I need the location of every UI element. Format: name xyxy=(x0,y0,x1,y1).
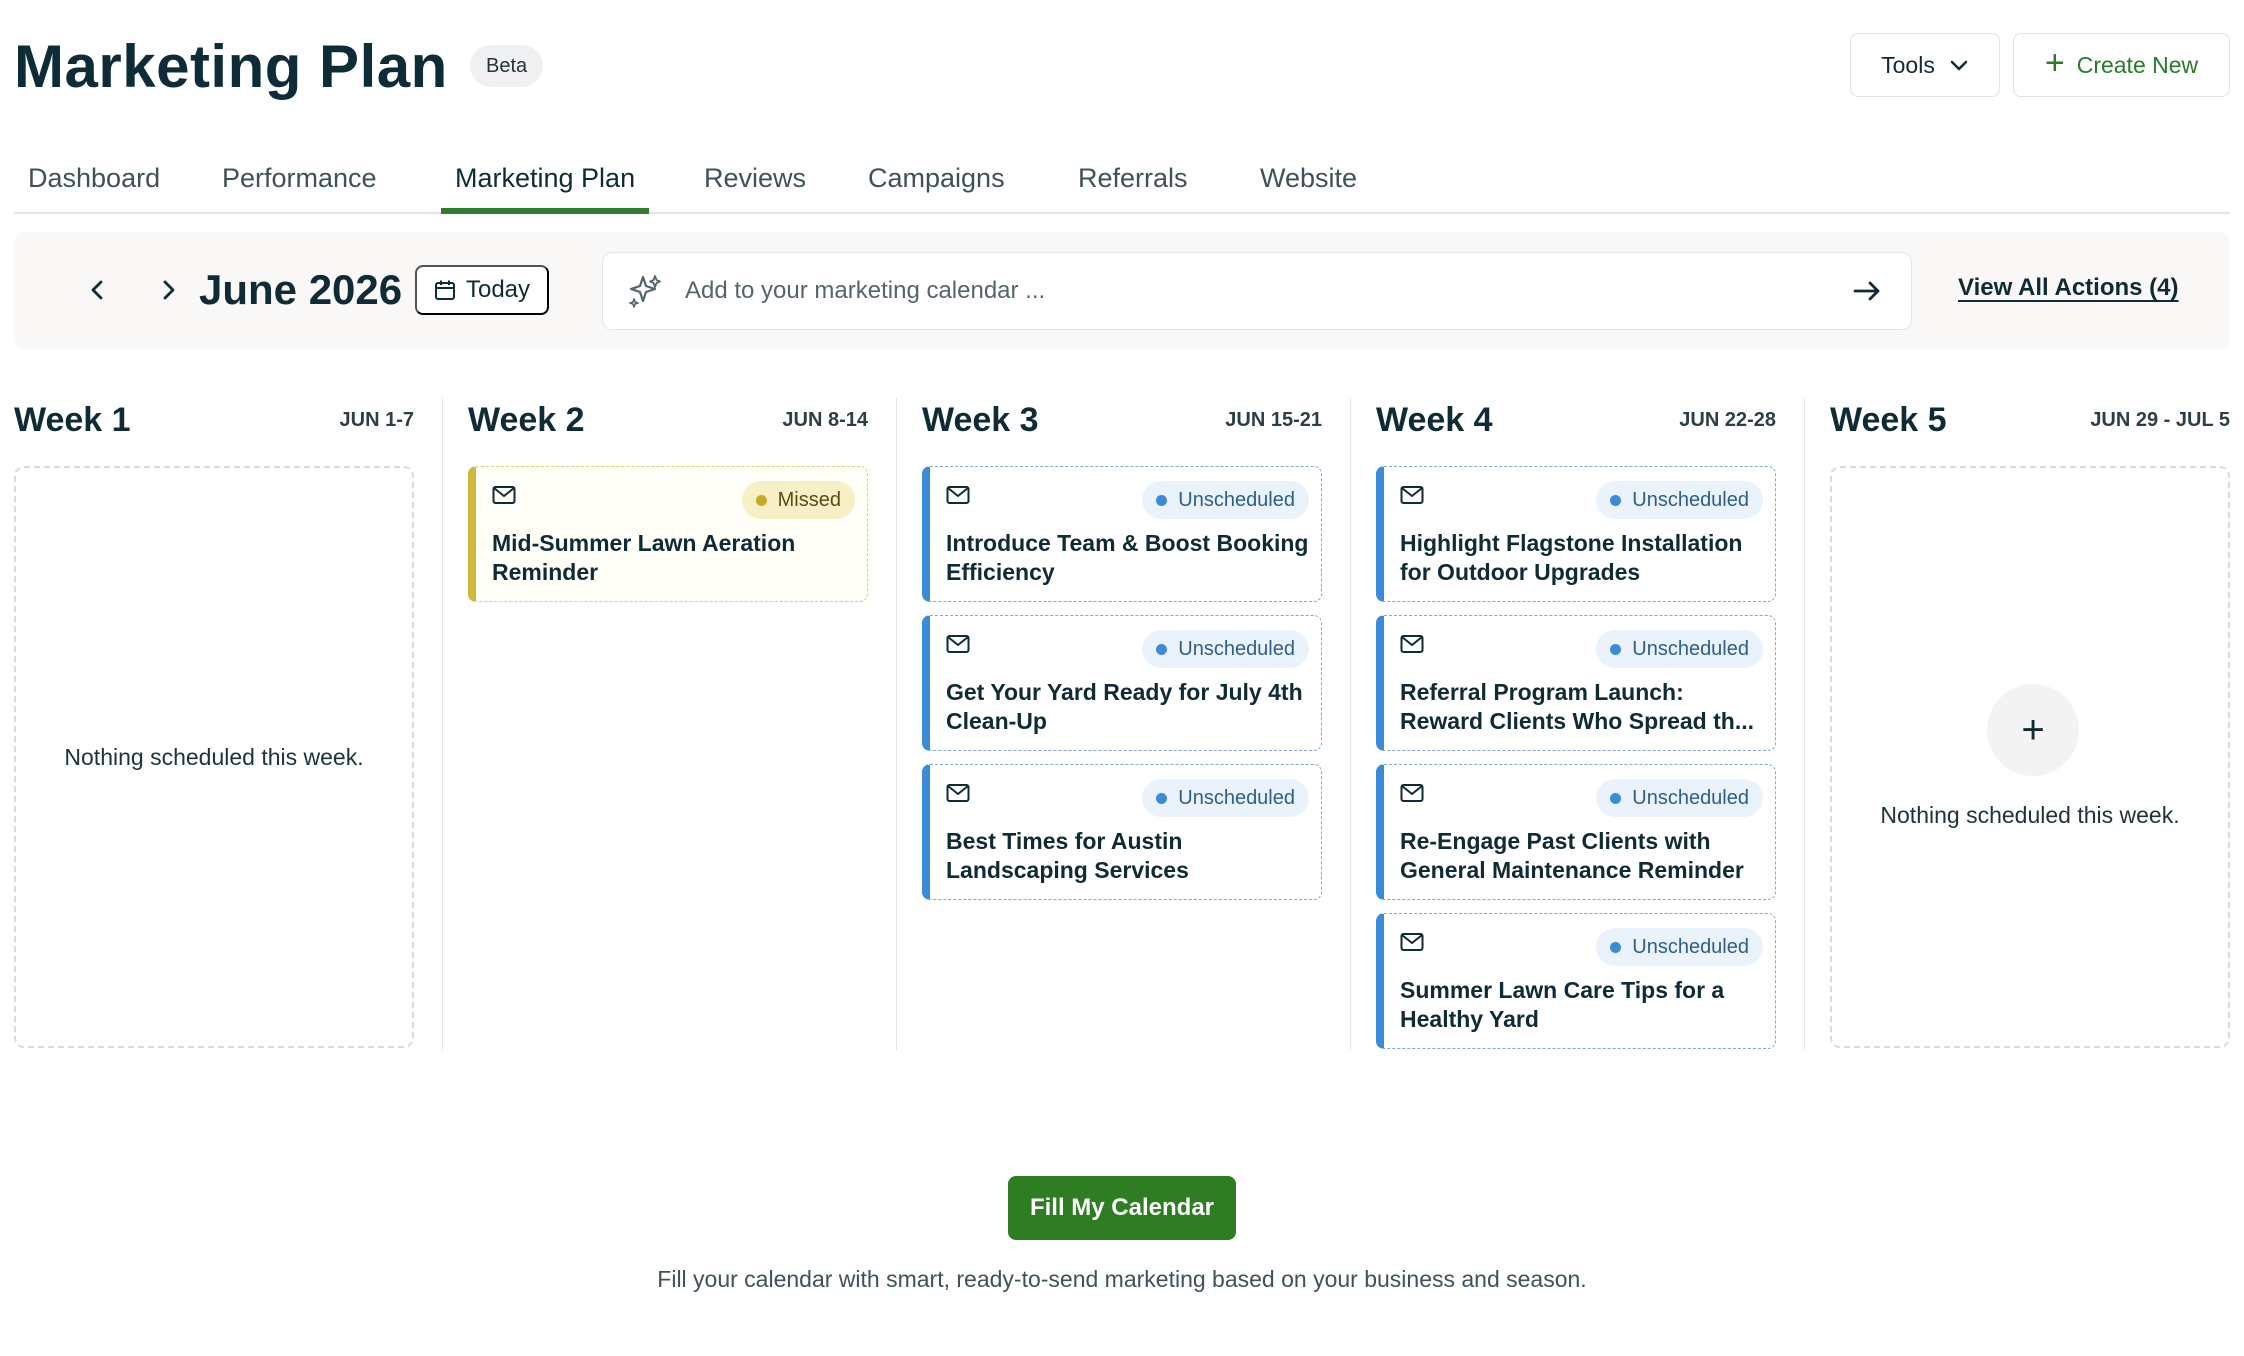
sparkle-icon xyxy=(629,275,661,308)
chevron-left-icon xyxy=(91,280,103,300)
card-title: Best Times for Austin Landscaping Servic… xyxy=(946,828,1189,883)
main-tabs: Dashboard Performance Marketing Plan Rev… xyxy=(14,150,2230,214)
week-range: JUN 22-28 xyxy=(1679,409,1776,431)
chevron-down-icon xyxy=(1950,60,1968,71)
campaign-card[interactable]: Unscheduled Highlight Flagstone Installa… xyxy=(1376,466,1776,602)
week-range: JUN 8-14 xyxy=(782,409,868,431)
card-title: Get Your Yard Ready for July 4th Clean-U… xyxy=(946,679,1303,734)
tab-reviews[interactable]: Reviews xyxy=(690,150,820,212)
status-badge: Unscheduled xyxy=(1596,928,1763,966)
week-column-1: Week 1 JUN 1-7 Nothing scheduled this we… xyxy=(14,398,414,1050)
add-campaign-button[interactable]: + xyxy=(1987,684,2079,776)
status-badge: Unscheduled xyxy=(1142,779,1309,817)
page-header: Marketing Plan Beta Tools + Create New xyxy=(14,30,2230,110)
card-title: Introduce Team & Boost Booking Efficienc… xyxy=(946,530,1309,585)
week-title: Week 2 xyxy=(468,401,585,439)
ai-calendar-input-box xyxy=(602,252,1912,330)
empty-week-box[interactable]: + Nothing scheduled this week. xyxy=(1830,466,2230,1048)
tab-referrals[interactable]: Referrals xyxy=(1064,150,1202,212)
week-title: Week 5 xyxy=(1830,401,1947,439)
week-column-4: Week 4 JUN 22-28 Unscheduled Highlight F… xyxy=(1376,398,1776,1050)
week-range: JUN 15-21 xyxy=(1225,409,1322,431)
page-title: Marketing Plan xyxy=(14,33,448,100)
campaign-card[interactable]: Unscheduled Get Your Yard Ready for July… xyxy=(922,615,1322,751)
calendar-toolbar: June 2026 Today View All Actions (4) xyxy=(14,232,2230,350)
create-new-label: Create New xyxy=(2076,51,2199,78)
week-column-2: Week 2 JUN 8-14 Missed Mid-Summer Lawn A… xyxy=(468,398,868,1050)
mail-icon xyxy=(1400,635,1424,653)
status-badge: Unscheduled xyxy=(1596,630,1763,668)
prev-month-button[interactable] xyxy=(70,262,126,318)
empty-week-box: Nothing scheduled this week. xyxy=(14,466,414,1048)
tab-performance[interactable]: Performance xyxy=(208,150,391,212)
campaign-card[interactable]: Missed Mid-Summer Lawn Aeration Reminder xyxy=(468,466,868,602)
status-badge: Unscheduled xyxy=(1142,630,1309,668)
card-title: Summer Lawn Care Tips for a Healthy Yard xyxy=(1400,977,1725,1032)
plus-icon: + xyxy=(2021,707,2045,752)
mail-icon xyxy=(1400,486,1424,504)
week-divider xyxy=(1350,398,1351,1050)
next-month-button[interactable] xyxy=(140,262,196,318)
plus-icon: + xyxy=(2044,44,2065,82)
arrow-right-icon[interactable] xyxy=(1849,273,1885,309)
tools-label: Tools xyxy=(1881,51,1935,78)
chevron-right-icon xyxy=(163,280,175,300)
card-title: Re-Engage Past Clients with General Main… xyxy=(1400,828,1744,883)
week-divider xyxy=(1804,398,1805,1050)
status-badge: Unscheduled xyxy=(1596,779,1763,817)
fill-calendar-description: Fill your calendar with smart, ready-to-… xyxy=(657,1266,1587,1292)
beta-badge: Beta xyxy=(470,45,544,87)
card-title: Highlight Flagstone Installation for Out… xyxy=(1400,530,1743,585)
week-title: Week 3 xyxy=(922,401,1039,439)
week-range: JUN 1-7 xyxy=(339,409,414,431)
tools-dropdown-button[interactable]: Tools xyxy=(1850,33,2000,97)
week-divider xyxy=(442,398,443,1050)
today-label: Today xyxy=(465,276,531,303)
create-new-button[interactable]: + Create New xyxy=(2013,33,2230,97)
tab-marketing-plan[interactable]: Marketing Plan xyxy=(441,150,650,214)
view-all-actions-link[interactable]: View All Actions (4) xyxy=(1958,274,2179,302)
today-button[interactable]: Today xyxy=(415,265,549,315)
mail-icon xyxy=(946,486,970,504)
mail-icon xyxy=(946,784,970,802)
campaign-card[interactable]: Unscheduled Re-Engage Past Clients with … xyxy=(1376,764,1776,900)
campaign-card[interactable]: Unscheduled Referral Program Launch: Rew… xyxy=(1376,615,1776,751)
card-title: Referral Program Launch: Reward Clients … xyxy=(1400,679,1754,734)
weeks-grid: Week 1 JUN 1-7 Nothing scheduled this we… xyxy=(14,398,2230,1050)
week-column-5: Week 5 JUN 29 - JUL 5 + Nothing schedule… xyxy=(1830,398,2230,1050)
mail-icon xyxy=(946,635,970,653)
campaign-card[interactable]: Unscheduled Best Times for Austin Landsc… xyxy=(922,764,1322,900)
status-badge: Missed xyxy=(741,481,855,519)
empty-week-text: Nothing scheduled this week. xyxy=(1880,802,2180,828)
week-range: JUN 29 - JUL 5 xyxy=(2090,409,2230,431)
campaign-card[interactable]: Unscheduled Introduce Team & Boost Booki… xyxy=(922,466,1322,602)
campaign-card[interactable]: Unscheduled Summer Lawn Care Tips for a … xyxy=(1376,913,1776,1049)
ai-calendar-input[interactable] xyxy=(685,269,1785,313)
week-title: Week 4 xyxy=(1376,401,1493,439)
mail-icon xyxy=(1400,933,1424,951)
status-badge: Unscheduled xyxy=(1142,481,1309,519)
mail-icon xyxy=(1400,784,1424,802)
card-title: Mid-Summer Lawn Aeration Reminder xyxy=(492,530,796,585)
tab-website[interactable]: Website xyxy=(1246,150,1371,212)
calendar-icon xyxy=(434,280,455,300)
empty-week-text: Nothing scheduled this week. xyxy=(64,744,364,770)
fill-my-calendar-button[interactable]: Fill My Calendar xyxy=(1008,1176,1236,1240)
mail-icon xyxy=(492,486,516,504)
week-divider xyxy=(896,398,897,1050)
tab-campaigns[interactable]: Campaigns xyxy=(854,150,1019,212)
tab-dashboard[interactable]: Dashboard xyxy=(14,150,174,212)
week-column-3: Week 3 JUN 15-21 Unscheduled Introduce T… xyxy=(922,398,1322,1050)
status-badge: Unscheduled xyxy=(1596,481,1763,519)
current-month: June 2026 xyxy=(199,266,403,313)
week-title: Week 1 xyxy=(14,401,131,439)
